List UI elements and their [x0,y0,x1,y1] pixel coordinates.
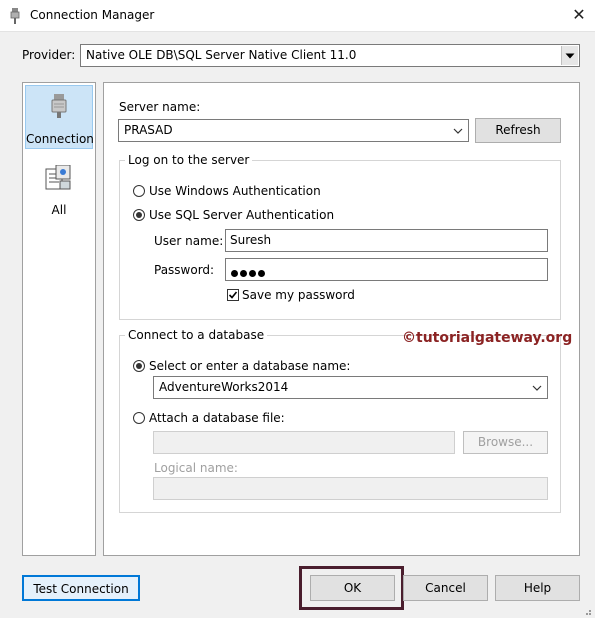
chevron-down-icon [453,128,463,134]
nav-item-label: All [51,203,67,217]
attach-file-input[interactable] [153,431,455,454]
radio-selected-dot [136,212,142,218]
provider-dropdown-button[interactable] [561,46,578,65]
page-nav: Connection All [22,82,96,556]
database-dropdown-button[interactable] [529,377,545,398]
close-button[interactable]: ✕ [566,4,592,26]
password-mask [231,266,267,280]
resize-grip-icon[interactable] [582,606,592,616]
title-bar: Connection Manager ✕ [0,0,595,32]
test-connection-button[interactable]: Test Connection [22,575,140,601]
nav-item-all[interactable]: All [25,163,93,219]
server-dropdown-button[interactable] [450,120,466,141]
username-label: User name: [154,234,224,248]
username-value: Suresh [230,233,272,247]
windows-auth-radio[interactable] [133,185,145,197]
password-input[interactable] [225,258,548,281]
watermark: ©tutorialgateway.org [402,330,573,346]
database-icon [51,94,67,118]
logon-group-title: Log on to the server [125,153,253,167]
radio-selected-dot [136,363,142,369]
chevron-down-icon [532,385,542,391]
username-input[interactable]: Suresh [225,229,548,252]
sql-auth-label: Use SQL Server Authentication [149,208,335,222]
nav-item-label: Connection [26,132,94,146]
password-label: Password: [154,263,215,277]
server-name-combobox[interactable]: PRASAD [118,119,469,142]
all-properties-icon [45,165,71,190]
nav-item-connection[interactable]: Connection [25,85,94,149]
select-db-label: Select or enter a database name: [149,359,351,373]
browse-button[interactable]: Browse... [463,431,548,454]
close-icon: ✕ [572,5,586,24]
help-button[interactable]: Help [495,575,580,601]
sql-auth-radio[interactable] [133,209,145,221]
provider-select[interactable]: Native OLE DB\SQL Server Native Client 1… [80,44,580,67]
server-name-label: Server name: [119,100,201,114]
select-db-radio[interactable] [133,360,145,372]
database-name-combobox[interactable]: AdventureWorks2014 [153,376,548,399]
logical-name-label: Logical name: [154,461,238,475]
logical-name-input[interactable] [153,477,548,500]
windows-auth-label: Use Windows Authentication [149,184,321,198]
database-group-title: Connect to a database [125,328,268,342]
checkmark-icon [228,291,238,299]
save-password-checkbox[interactable] [227,289,239,301]
save-password-label: Save my password [242,288,355,302]
provider-value: Native OLE DB\SQL Server Native Client 1… [86,48,357,62]
attach-db-label: Attach a database file: [149,411,285,425]
ok-button[interactable]: OK [310,575,395,601]
provider-label: Provider: [22,48,76,62]
refresh-button[interactable]: Refresh [475,118,561,143]
database-name-value: AdventureWorks2014 [159,380,289,394]
connection-manager-icon [10,8,20,24]
server-name-value: PRASAD [124,123,173,137]
cancel-button[interactable]: Cancel [403,575,488,601]
window-title: Connection Manager [30,8,155,22]
attach-db-radio[interactable] [133,412,145,424]
triangle-down-icon [565,53,575,58]
